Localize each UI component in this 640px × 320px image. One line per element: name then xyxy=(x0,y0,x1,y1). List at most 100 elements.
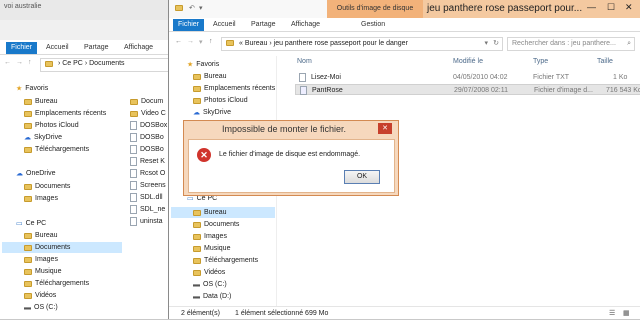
file-item[interactable]: Rcsot O xyxy=(130,168,165,179)
folder-icon xyxy=(130,98,138,105)
breadcrumb-ce-pc[interactable]: Ce PC xyxy=(62,60,83,67)
front-tab-view[interactable]: Affichage xyxy=(291,19,320,31)
nav-pc-desktop[interactable]: Bureau xyxy=(171,207,275,218)
nav-pc-d-drive[interactable]: ▬ Data (D:) xyxy=(193,291,231,302)
front-title-bar[interactable]: ↶ ▾ Outils d'image de disque jeu panther… xyxy=(169,0,640,32)
ok-button[interactable]: OK xyxy=(344,170,380,184)
nav-desktop[interactable]: Bureau xyxy=(193,71,227,82)
nav-icloud[interactable]: Photos iCloud xyxy=(24,120,79,131)
search-placeholder: Rechercher dans : jeu panthere... xyxy=(512,40,616,47)
back-tab-view[interactable]: Affichage xyxy=(124,42,153,54)
tiles-view-icon[interactable]: ▦ xyxy=(623,307,630,320)
file-item[interactable]: DOSBox xyxy=(130,120,167,131)
col-header-modified[interactable]: Modifié le xyxy=(453,56,483,68)
front-tab-home[interactable]: Accueil xyxy=(213,19,236,31)
nav-skydrive[interactable]: ☁ SkyDrive xyxy=(24,132,62,143)
folder-icon xyxy=(193,73,201,80)
front-tab-file[interactable]: Fichier xyxy=(173,19,205,31)
drive-icon: ▬ xyxy=(193,281,200,289)
table-row[interactable]: Lisez-Moi 04/05/2010 04:02 Fichier TXT 1… xyxy=(295,72,640,83)
nav-icloud[interactable]: Photos iCloud xyxy=(193,95,248,106)
back-title-bar[interactable]: voi australie xyxy=(0,0,175,20)
nav-onedrive-documents[interactable]: Documents xyxy=(24,181,70,192)
file-item[interactable]: Reset K xyxy=(130,156,165,167)
nav-onedrive-images[interactable]: Images xyxy=(24,193,58,204)
back-arrow-icon[interactable]: ← xyxy=(175,38,182,45)
col-header-name[interactable]: Nom xyxy=(297,56,312,68)
file-item[interactable]: SDL.dll xyxy=(130,192,163,203)
nav-skydrive[interactable]: ☁ SkyDrive xyxy=(193,107,231,118)
nav-downloads[interactable]: Téléchargements xyxy=(24,144,89,155)
nav-pc-documents[interactable]: Documents xyxy=(193,219,239,230)
file-item[interactable]: Screens xyxy=(130,180,166,191)
up-arrow-icon[interactable]: ↑ xyxy=(209,38,213,45)
nav-pc-images[interactable]: Images xyxy=(24,254,58,265)
nav-onedrive[interactable]: ☁ OneDrive xyxy=(16,168,56,179)
file-modified: 04/05/2010 04:02 xyxy=(453,74,508,81)
nav-desktop[interactable]: Bureau xyxy=(24,96,58,107)
back-back-icon[interactable]: ← xyxy=(4,59,11,66)
refresh-icon[interactable]: ↻ xyxy=(493,38,499,50)
undo-icon[interactable]: ↶ xyxy=(189,4,195,12)
details-view-icon[interactable]: ☰ xyxy=(609,307,615,320)
folder-icon xyxy=(24,183,32,190)
minimize-icon[interactable]: — xyxy=(587,2,596,12)
nav-pc-c-drive[interactable]: ▬ OS (C:) xyxy=(24,302,58,313)
front-address-bar[interactable]: « Bureau › jeu panthere rose passeport p… xyxy=(221,37,503,51)
nav-pc-documents[interactable]: Documents xyxy=(2,242,122,253)
breadcrumb-desktop[interactable]: Bureau xyxy=(245,40,268,47)
folder-icon xyxy=(24,292,32,299)
breadcrumb-sep: › xyxy=(84,59,88,67)
recent-dropdown-icon[interactable]: ▾ xyxy=(199,38,203,46)
nav-pc-music[interactable]: Musique xyxy=(24,266,61,277)
chevron-down-icon[interactable]: ▾ xyxy=(199,4,203,12)
file-item[interactable]: DOSBo xyxy=(130,132,164,143)
file-item[interactable]: SDL_ne xyxy=(130,204,165,215)
front-tab-share[interactable]: Partage xyxy=(251,19,276,31)
file-item[interactable]: Docum xyxy=(130,96,163,107)
nav-pc-videos[interactable]: Vidéos xyxy=(24,290,56,301)
nav-pc-c-drive[interactable]: ▬ OS (C:) xyxy=(193,279,227,290)
nav-pc-downloads[interactable]: Téléchargements xyxy=(24,278,89,289)
folder-icon xyxy=(193,269,201,276)
folder-icon xyxy=(45,61,53,67)
close-icon[interactable]: ✕ xyxy=(378,123,392,134)
back-tab-file[interactable]: Fichier xyxy=(6,42,38,54)
nav-pc-videos[interactable]: Vidéos xyxy=(193,267,225,278)
back-up-icon[interactable]: ↑ xyxy=(28,59,32,66)
search-input[interactable]: Rechercher dans : jeu panthere... ⌕ xyxy=(507,37,635,51)
nav-this-pc[interactable]: ▭ Ce PC xyxy=(16,218,46,229)
drive-icon: ▬ xyxy=(193,293,200,301)
file-type: Fichier TXT xyxy=(533,74,570,81)
chevron-down-icon[interactable]: ▾ xyxy=(484,38,488,50)
breadcrumb-documents[interactable]: Documents xyxy=(89,60,124,67)
nav-pc-images[interactable]: Images xyxy=(193,231,227,242)
breadcrumb-sep: « xyxy=(238,40,243,47)
nav-favorites[interactable]: ★ Favoris xyxy=(16,83,48,94)
nav-pc-desktop[interactable]: Bureau xyxy=(24,230,58,241)
file-item[interactable]: Video C xyxy=(130,108,166,119)
front-address-row: ← → ▾ ↑ « Bureau › jeu panthere rose pas… xyxy=(169,36,640,52)
back-tab-share[interactable]: Partage xyxy=(84,42,109,54)
forward-arrow-icon[interactable]: → xyxy=(187,38,194,45)
table-row[interactable]: PantRose 29/07/2008 02:11 Fichier d'imag… xyxy=(295,84,640,95)
back-address-bar[interactable]: › Ce PC › Documents xyxy=(40,58,175,72)
nav-pc-downloads[interactable]: Téléchargements xyxy=(193,255,258,266)
file-item[interactable]: uninsta xyxy=(130,216,163,227)
nav-recent[interactable]: Emplacements récents xyxy=(193,83,275,94)
col-header-type[interactable]: Type xyxy=(533,56,548,68)
back-forward-icon[interactable]: → xyxy=(16,59,23,66)
star-icon: ★ xyxy=(187,61,194,69)
file-item[interactable]: DOSBo xyxy=(130,144,164,155)
maximize-icon[interactable]: ☐ xyxy=(607,2,615,13)
nav-recent[interactable]: Emplacements récents xyxy=(24,108,106,119)
nav-pc-music[interactable]: Musique xyxy=(193,243,230,254)
close-icon[interactable]: ✕ xyxy=(625,2,633,13)
breadcrumb-folder[interactable]: jeu panthere rose passeport pour le dang… xyxy=(274,40,408,47)
nav-favorites[interactable]: ★ Favoris xyxy=(187,59,219,70)
col-header-size[interactable]: Taille xyxy=(597,56,613,68)
back-tab-home[interactable]: Accueil xyxy=(46,42,69,54)
back-quick-toolbar xyxy=(0,20,175,40)
folder-icon xyxy=(24,280,32,287)
front-tab-manage[interactable]: Gestion xyxy=(361,19,385,31)
